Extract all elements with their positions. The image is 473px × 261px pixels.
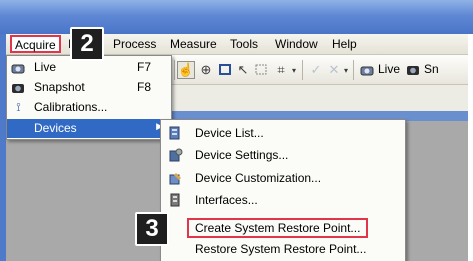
menu-item-device-settings[interactable]: Device Settings... xyxy=(161,146,405,165)
shortcut-label: F7 xyxy=(136,60,151,74)
calibration-icon: ⟟ xyxy=(16,100,21,114)
menu-item-label: Live xyxy=(34,60,57,74)
toolbar: ☝ ⊕ ↖ ⌗ ▾ ✓ ✕ ▾ Live Sn xyxy=(172,55,468,85)
snapshot-camera-icon[interactable] xyxy=(404,61,422,79)
live-camera-icon xyxy=(10,59,27,76)
menu-acquire[interactable]: Acquire xyxy=(10,35,61,53)
device-settings-icon xyxy=(167,147,184,164)
menu-item-label: Calibrations... xyxy=(34,100,108,114)
menu-measure[interactable]: Measure xyxy=(170,37,217,51)
menu-window[interactable]: Window xyxy=(275,37,318,51)
shortcut-label: F8 xyxy=(136,80,151,94)
menu-item-device-list[interactable]: Device List... xyxy=(161,124,405,143)
menu-item-label: Device Settings... xyxy=(195,148,289,162)
step-callout-3: 3 xyxy=(135,212,169,246)
menu-item-restore-restore-point[interactable]: Restore System Restore Point... xyxy=(161,240,405,259)
menu-item-calibrations[interactable]: ⟟ Calibrations... xyxy=(7,98,171,117)
devices-submenu: Device List... Device Settings... Device… xyxy=(160,119,406,261)
acquire-menu: Live F7 Snapshot F8 ⟟ Calibrations... De… xyxy=(6,55,172,140)
menu-item-label: Device Customization... xyxy=(195,171,322,185)
rect-select-icon[interactable] xyxy=(216,61,234,79)
menu-item-label: Devices xyxy=(34,121,77,135)
snapshot-camera-icon xyxy=(10,79,27,96)
step-callout-2: 2 xyxy=(70,27,104,61)
menu-item-label: Device List... xyxy=(195,126,264,140)
menu-item-create-restore-point[interactable]: Create System Restore Point... xyxy=(161,217,405,238)
menu-process[interactable]: Process xyxy=(113,37,156,51)
toolbar-separator xyxy=(353,60,354,80)
dotted-rect-icon[interactable] xyxy=(252,61,270,79)
menu-item-label: Interfaces... xyxy=(195,193,258,207)
toolbar-separator xyxy=(302,60,303,80)
device-list-icon xyxy=(167,125,184,142)
menu-item-devices[interactable]: Devices ▶ xyxy=(7,119,171,138)
outer-margin xyxy=(468,34,473,261)
pointer-arrow-icon[interactable]: ↖ xyxy=(234,61,252,79)
dropdown-arrow-icon[interactable]: ▾ xyxy=(342,61,350,79)
dropdown-arrow-icon[interactable]: ▾ xyxy=(290,61,298,79)
menu-item-label: Snapshot xyxy=(34,80,85,94)
checkmark-icon[interactable]: ✓ xyxy=(307,61,325,79)
panel-header xyxy=(172,85,468,111)
menu-help[interactable]: Help xyxy=(332,37,357,51)
device-customization-icon xyxy=(167,170,184,187)
toolbar-live-label[interactable]: Live xyxy=(378,62,400,76)
interfaces-icon xyxy=(167,192,184,209)
menu-item-label: Create System Restore Point... xyxy=(187,218,369,238)
menu-item-label: Restore System Restore Point... xyxy=(195,242,367,256)
hand-pointer-icon[interactable]: ☝ xyxy=(177,61,195,79)
toolbar-separator xyxy=(174,60,175,80)
crop-icon[interactable]: ⌗ xyxy=(272,61,290,79)
zoom-in-icon[interactable]: ⊕ xyxy=(197,61,215,79)
menu-tools[interactable]: Tools xyxy=(230,37,258,51)
menu-item-interfaces[interactable]: Interfaces... xyxy=(161,191,405,210)
menu-item-device-customization[interactable]: Device Customization... xyxy=(161,169,405,188)
menu-item-snapshot[interactable]: Snapshot F8 xyxy=(7,78,171,97)
toolbar-snap-label[interactable]: Sn xyxy=(424,62,439,76)
live-camera-icon[interactable] xyxy=(358,61,376,79)
cross-icon[interactable]: ✕ xyxy=(325,61,343,79)
